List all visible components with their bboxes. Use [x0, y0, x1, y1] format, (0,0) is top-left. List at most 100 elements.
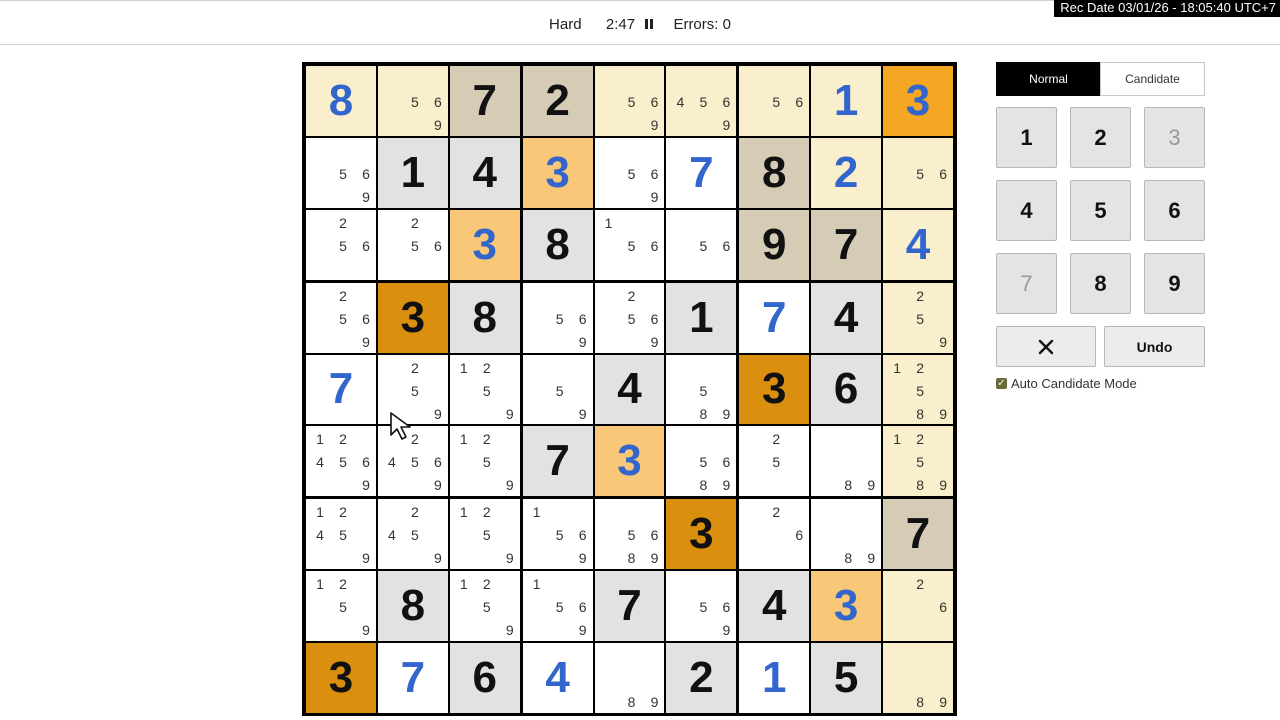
sudoku-cell[interactable]: 56: [666, 209, 737, 280]
sudoku-cell[interactable]: 2 56 9: [306, 282, 376, 353]
sudoku-cell[interactable]: 3: [883, 66, 953, 136]
sudoku-cell[interactable]: 4: [522, 643, 593, 713]
sudoku-cell[interactable]: 2 56: [306, 209, 376, 280]
sudoku-cell[interactable]: 2: [811, 137, 882, 208]
candidate-digit: 6: [362, 310, 370, 327]
sudoku-cell[interactable]: 1: [377, 137, 448, 208]
sudoku-cell[interactable]: 9: [739, 209, 810, 280]
number-button-2[interactable]: 2: [1070, 107, 1131, 168]
sudoku-cell[interactable]: 2459: [377, 499, 448, 570]
sudoku-cell[interactable]: 1569: [522, 499, 593, 570]
number-button-3[interactable]: 3: [1144, 107, 1205, 168]
sudoku-cell[interactable]: 12 59: [449, 426, 520, 497]
sudoku-cell[interactable]: 89: [811, 426, 882, 497]
sudoku-cell[interactable]: 8: [306, 66, 376, 136]
sudoku-cell[interactable]: 3: [522, 137, 593, 208]
sudoku-cell[interactable]: 3: [739, 354, 810, 425]
erase-button[interactable]: [996, 326, 1096, 367]
sudoku-cell[interactable]: 8: [739, 137, 810, 208]
sudoku-cell[interactable]: 1: [739, 643, 810, 713]
sudoku-cell[interactable]: 3: [666, 499, 737, 570]
pause-icon[interactable]: [645, 19, 654, 30]
sudoku-cell[interactable]: 4: [811, 282, 882, 353]
sudoku-cell[interactable]: 7: [666, 137, 737, 208]
number-button-4[interactable]: 4: [996, 180, 1057, 241]
sudoku-cell[interactable]: 12456 9: [306, 426, 376, 497]
sudoku-cell[interactable]: 1: [666, 282, 737, 353]
candidate-mode-button[interactable]: Candidate: [1100, 62, 1205, 96]
sudoku-cell[interactable]: 56 9: [306, 137, 376, 208]
checkbox-checked-icon[interactable]: ✓: [996, 378, 1007, 389]
sudoku-cell[interactable]: 56 9: [377, 66, 448, 136]
sudoku-cell[interactable]: 5: [811, 643, 882, 713]
number-button-1[interactable]: 1: [996, 107, 1057, 168]
sudoku-cell[interactable]: 3: [811, 571, 882, 642]
sudoku-cell[interactable]: 4: [449, 137, 520, 208]
sudoku-cell[interactable]: 26: [883, 571, 953, 642]
normal-mode-button[interactable]: Normal: [996, 62, 1101, 96]
sudoku-cell[interactable]: 12 59: [449, 499, 520, 570]
sudoku-cell[interactable]: 56 9: [594, 137, 665, 208]
sudoku-cell[interactable]: 6: [811, 354, 882, 425]
sudoku-cell[interactable]: 7: [522, 426, 593, 497]
auto-candidate-toggle[interactable]: ✓ Auto Candidate Mode: [996, 376, 1137, 391]
number-button-9[interactable]: 9: [1144, 253, 1205, 314]
sudoku-cell[interactable]: 89: [811, 499, 882, 570]
candidate-digit: 8: [844, 477, 853, 494]
number-button-8[interactable]: 8: [1070, 253, 1131, 314]
sudoku-cell[interactable]: 5689: [594, 499, 665, 570]
sudoku-cell[interactable]: 59: [522, 354, 593, 425]
sudoku-cell[interactable]: 56 9: [594, 66, 665, 136]
sudoku-cell[interactable]: 5689: [666, 426, 737, 497]
sudoku-cell[interactable]: 456 9: [666, 66, 737, 136]
sudoku-cell[interactable]: 7: [811, 209, 882, 280]
sudoku-cell[interactable]: 12459: [306, 499, 376, 570]
sudoku-cell[interactable]: 6: [449, 643, 520, 713]
sudoku-cell[interactable]: 8: [449, 282, 520, 353]
sudoku-cell[interactable]: 3: [377, 282, 448, 353]
sudoku-cell[interactable]: 7: [739, 282, 810, 353]
sudoku-cell[interactable]: 12 59: [449, 354, 520, 425]
sudoku-cell[interactable]: 7: [449, 66, 520, 136]
sudoku-cell[interactable]: 3: [306, 643, 376, 713]
sudoku-cell[interactable]: 1: [811, 66, 882, 136]
undo-button[interactable]: Undo: [1104, 326, 1205, 367]
candidate-digit: 5: [699, 599, 708, 616]
sudoku-cell[interactable]: 89: [883, 643, 953, 713]
sudoku-cell[interactable]: 156: [594, 209, 665, 280]
number-button-7[interactable]: 7: [996, 253, 1057, 314]
sudoku-cell[interactable]: 2: [666, 643, 737, 713]
sudoku-cell[interactable]: 56 9: [522, 282, 593, 353]
sudoku-cell[interactable]: 3: [594, 426, 665, 497]
sudoku-cell[interactable]: 89: [594, 643, 665, 713]
sudoku-cell[interactable]: 7: [594, 571, 665, 642]
sudoku-cell[interactable]: 7: [377, 643, 448, 713]
sudoku-cell[interactable]: 4: [594, 354, 665, 425]
sudoku-cell[interactable]: 2 56: [377, 209, 448, 280]
sudoku-cell[interactable]: 12 59: [449, 571, 520, 642]
number-button-5[interactable]: 5: [1070, 180, 1131, 241]
sudoku-cell[interactable]: 56: [883, 137, 953, 208]
number-button-6[interactable]: 6: [1144, 180, 1205, 241]
sudoku-cell[interactable]: 7: [306, 354, 376, 425]
sudoku-cell[interactable]: 25: [739, 426, 810, 497]
sudoku-cell[interactable]: 8: [377, 571, 448, 642]
sudoku-cell[interactable]: 2 59: [883, 282, 953, 353]
sudoku-cell[interactable]: 5 89: [666, 354, 737, 425]
sudoku-cell[interactable]: 4: [883, 209, 953, 280]
auto-candidate-label: Auto Candidate Mode: [1011, 376, 1137, 391]
sudoku-cell[interactable]: 2 56 9: [594, 282, 665, 353]
sudoku-cell[interactable]: 3: [449, 209, 520, 280]
sudoku-cell[interactable]: 4: [739, 571, 810, 642]
sudoku-cell[interactable]: 12 5 89: [883, 354, 953, 425]
sudoku-cell[interactable]: 26: [739, 499, 810, 570]
sudoku-cell[interactable]: 56: [739, 66, 810, 136]
sudoku-cell[interactable]: 12 59: [306, 571, 376, 642]
sudoku-cell[interactable]: 8: [522, 209, 593, 280]
candidate-digit: 5: [339, 165, 347, 182]
sudoku-cell[interactable]: 1569: [522, 571, 593, 642]
sudoku-cell[interactable]: 2: [522, 66, 593, 136]
sudoku-cell[interactable]: 7: [883, 499, 953, 570]
sudoku-cell[interactable]: 56 9: [666, 571, 737, 642]
sudoku-cell[interactable]: 12 5 89: [883, 426, 953, 497]
